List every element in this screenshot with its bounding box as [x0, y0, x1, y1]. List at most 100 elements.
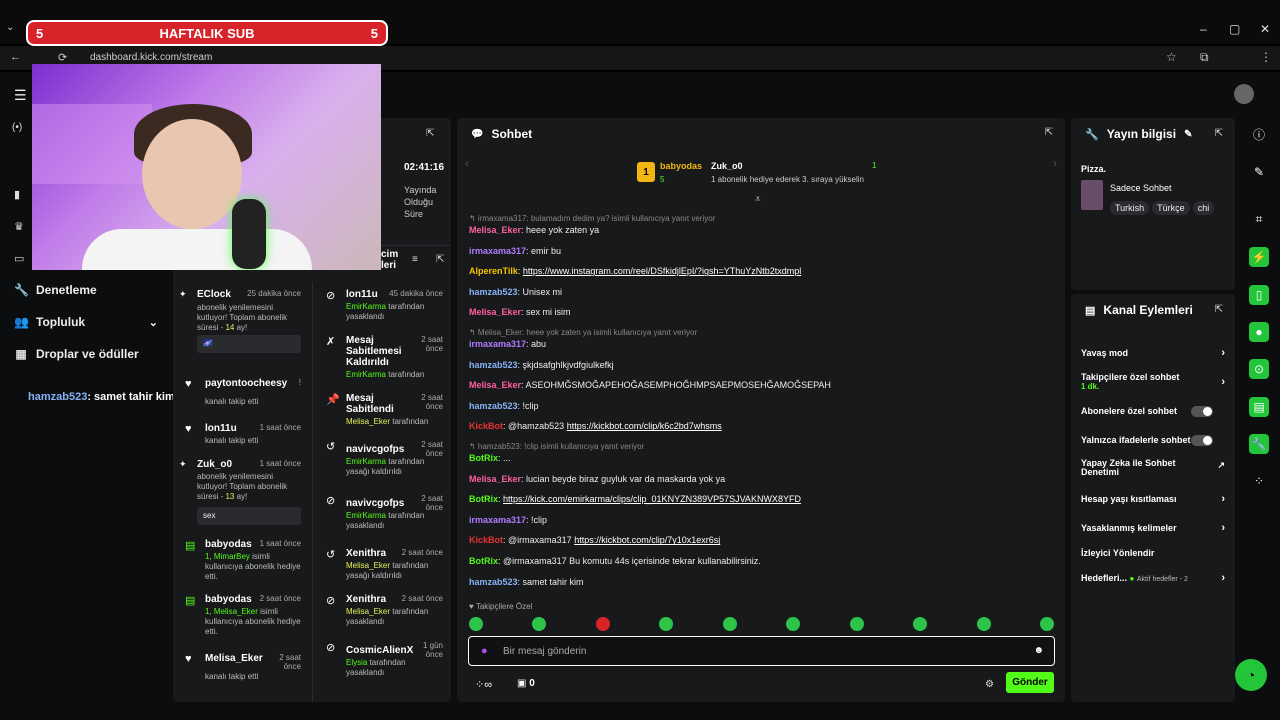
chat-message[interactable]: Melisa_Eker: lucian beyde biraz guyluk v…: [469, 474, 725, 484]
action-goals[interactable]: Hedefleri... ● Aktif hedefler - 2 ›: [1081, 572, 1225, 584]
chat-message[interactable]: irmaxama317: !clip: [469, 515, 547, 525]
chat-link[interactable]: https://kick.com/emirkarma/clips/clip_01…: [503, 494, 801, 504]
chat-username[interactable]: AlperenTilk: [469, 266, 518, 276]
chat-username[interactable]: Melisa_Eker: [469, 225, 521, 235]
action-ai-moderation[interactable]: Yapay Zeka ile Sohbet Denetimi ↗: [1081, 459, 1225, 477]
rewards-icon[interactable]: ⁘∞: [475, 678, 492, 691]
chat-username[interactable]: BotRix: [469, 453, 498, 463]
chat-message[interactable]: hamzab523: Unisex mi: [469, 287, 562, 297]
avatar[interactable]: [1234, 84, 1254, 104]
chat-username[interactable]: irmaxama317: [469, 246, 526, 256]
chat-icon[interactable]: ●: [1249, 322, 1269, 342]
monetization-icon[interactable]: ▭: [14, 252, 24, 265]
tab-menu-icon[interactable]: ⌄: [6, 22, 14, 33]
action-emotes-only[interactable]: Yalnızca ifadelerle sohbet: [1081, 435, 1225, 446]
hamburger-menu-icon[interactable]: ☰: [14, 87, 27, 104]
close-icon[interactable]: ✕: [1260, 22, 1270, 36]
broadcast-icon[interactable]: ⊙: [1249, 359, 1269, 379]
chat-username[interactable]: Melisa_Eker: [469, 307, 521, 317]
chat-message[interactable]: irmaxama317: abu: [469, 339, 546, 349]
emote-icon[interactable]: [913, 617, 928, 631]
chat-message[interactable]: BotRix: https://kick.com/emirkarma/clips…: [469, 494, 801, 504]
microphone-icon[interactable]: ●: [481, 645, 488, 657]
url-field[interactable]: dashboard.kick.com/stream: [90, 52, 212, 63]
chat-message[interactable]: BotRix: @irmaxama317 Bu komutu 44s içeri…: [469, 556, 761, 566]
chat-message[interactable]: AlperenTilk: https://www.instagram.com/r…: [469, 266, 801, 276]
chat-message[interactable]: hamzab523: !clip: [469, 401, 539, 411]
emote-icon[interactable]: [976, 617, 991, 631]
emote-icon[interactable]: [1039, 617, 1054, 631]
analytics-icon[interactable]: ▮: [14, 188, 20, 201]
filter-icon[interactable]: ≡: [412, 254, 418, 265]
document-icon[interactable]: ▯: [1249, 285, 1269, 305]
sidebar-item-drops[interactable]: ▦ Droplar ve ödüller: [14, 347, 138, 361]
chat-message[interactable]: Melisa_Eker: sex mi isim: [469, 307, 571, 317]
trophy-icon[interactable]: ♛: [14, 220, 24, 233]
bolt-icon[interactable]: ⚡: [1249, 247, 1269, 267]
action-subscribers-only[interactable]: Abonelere özel sohbet: [1081, 406, 1225, 417]
emote-icon[interactable]: [469, 617, 483, 631]
chat-username[interactable]: irmaxama317: [469, 515, 526, 525]
action-account-age[interactable]: Hesap yaşı kısıtlaması ›: [1081, 493, 1225, 505]
carousel-next-icon[interactable]: ›: [1053, 156, 1057, 170]
chat-username[interactable]: Melisa_Eker: [469, 380, 521, 390]
chat-username[interactable]: KickBot: [469, 535, 503, 545]
chat-message[interactable]: Melisa_Eker: heee yok zaten ya: [469, 225, 599, 235]
chat-message[interactable]: BotRix: ...: [469, 453, 511, 463]
reload-icon[interactable]: ⟳: [58, 51, 67, 64]
rewards-icon[interactable]: ⁘: [1249, 471, 1269, 491]
action-slow-mode[interactable]: Yavaş mod ›: [1081, 347, 1225, 359]
chat-username[interactable]: irmaxama317: [469, 339, 526, 349]
chat-username[interactable]: Melisa_Eker: [469, 474, 521, 484]
popout-icon[interactable]: ⇱: [1045, 127, 1053, 138]
chat-username[interactable]: hamzab523: [469, 287, 518, 297]
chat-message[interactable]: KickBot: @hamzab523 https://kickbot.com/…: [469, 421, 722, 431]
bookmark-star-icon[interactable]: ☆: [1166, 50, 1177, 64]
chat-username[interactable]: hamzab523: [469, 401, 518, 411]
emote-icon[interactable]: [595, 617, 610, 631]
action-raid[interactable]: İzleyici Yönlendir: [1081, 548, 1225, 558]
crop-icon[interactable]: ⌗: [1249, 209, 1269, 229]
chat-link[interactable]: https://www.instagram.com/reel/DSfkidjlE…: [523, 266, 801, 276]
back-icon[interactable]: ←: [10, 51, 21, 63]
action-followers-only[interactable]: Takipçilere özel sohbet 1 dk. ›: [1081, 372, 1225, 391]
maximize-icon[interactable]: ▢: [1229, 22, 1240, 36]
chat-link[interactable]: https://kickbot.com/clip/k6c2bd7whsms: [567, 421, 722, 431]
chat-message[interactable]: Melisa_Eker: ASEOHMĞSMOĞAPEHOĞASEMPHOĞHM…: [469, 380, 831, 390]
browser-menu-icon[interactable]: ⋮: [1260, 50, 1272, 64]
popout-icon[interactable]: ⇱: [426, 128, 434, 139]
chat-message[interactable]: hamzab523: şkjdsafghlkjvdfgiulkefkj: [469, 360, 614, 370]
chat-message[interactable]: irmaxama317: emir bu: [469, 246, 561, 256]
emote-icon[interactable]: [849, 617, 864, 631]
chat-username[interactable]: BotRix: [469, 556, 498, 566]
carousel-prev-icon[interactable]: ‹: [465, 156, 469, 170]
emote-icon[interactable]: [659, 617, 674, 631]
chat-message[interactable]: KickBot: @irmaxama317 https://kickbot.co…: [469, 535, 720, 545]
send-button[interactable]: Gönder: [1006, 672, 1054, 693]
chat-username[interactable]: KickBot: [469, 421, 503, 431]
emoji-picker-icon[interactable]: ☻: [1033, 645, 1044, 656]
popout-icon[interactable]: ⇱: [1215, 304, 1223, 315]
chat-link[interactable]: https://kickbot.com/clip/7y10x1exr6sj: [574, 535, 720, 545]
chat-username[interactable]: hamzab523: [469, 577, 518, 587]
edit-icon[interactable]: ✎: [1249, 162, 1269, 182]
extensions-icon[interactable]: ⧉: [1200, 50, 1209, 65]
collapse-icon[interactable]: ⩡: [755, 194, 761, 205]
chat-settings-icon[interactable]: ⚙: [985, 679, 994, 690]
emote-icon[interactable]: [722, 617, 737, 631]
edit-icon[interactable]: ✎: [1184, 129, 1192, 140]
emotes-only-toggle[interactable]: [1191, 435, 1213, 446]
minimize-icon[interactable]: –: [1200, 22, 1207, 36]
wrench-icon[interactable]: 🔧: [1249, 434, 1269, 454]
popout-icon[interactable]: ⇱: [1215, 128, 1223, 139]
stream-icon[interactable]: (•): [12, 122, 22, 133]
chat-input[interactable]: ● Bir mesaj gönderin ☻: [468, 636, 1055, 666]
sidebar-item-moderation[interactable]: 🔧 Denetleme: [14, 283, 97, 297]
support-chat-button[interactable]: ◔: [1235, 659, 1267, 691]
sidebar-item-community[interactable]: 👥 Topluluk ⌄: [14, 315, 158, 329]
info-icon[interactable]: ⓘ: [1249, 124, 1269, 144]
emote-icon[interactable]: [532, 617, 547, 631]
chat-username[interactable]: BotRix: [469, 494, 498, 504]
chat-message[interactable]: hamzab523: samet tahir kim: [469, 577, 584, 587]
points-display[interactable]: ▣ 0: [517, 678, 535, 689]
